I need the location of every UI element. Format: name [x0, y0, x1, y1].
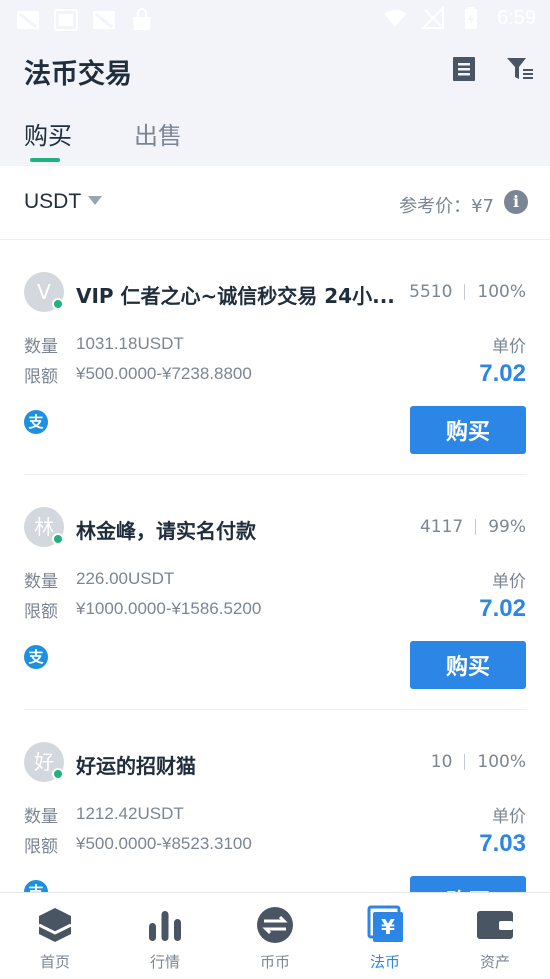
nav-label: 法币: [369, 953, 400, 971]
nav-label: 资产: [479, 953, 510, 971]
coin-selector[interactable]: USDT: [24, 190, 81, 214]
system-status: 6:59: [383, 6, 536, 30]
online-status-dot: [52, 768, 64, 780]
document-icon[interactable]: [450, 55, 478, 83]
unit-price: 7.02: [479, 360, 526, 387]
market-icon: [149, 911, 181, 941]
alipay-icon: 支: [24, 880, 48, 892]
exchange-icon: [257, 907, 293, 943]
nav-item-exchange[interactable]: 币币: [220, 893, 330, 979]
no-signal-icon: [421, 6, 445, 29]
quantity-value: 1212.42USDT: [76, 804, 184, 823]
merchant-stats: 5510 100%: [409, 282, 526, 302]
limit-label: 限额: [24, 602, 58, 622]
merchant-stats: 4117 99%: [420, 517, 526, 537]
online-status-dot: [52, 533, 64, 545]
unit-price: 7.02: [479, 595, 526, 622]
limit-label: 限额: [24, 367, 58, 387]
nav-label: 首页: [39, 953, 70, 971]
nav-item-fiat[interactable]: ¥ 法币: [330, 893, 440, 979]
clock: 6:59: [497, 6, 536, 29]
limit-value: ¥500.0000-¥7238.8800: [76, 364, 252, 383]
nav-item-assets[interactable]: 资产: [440, 893, 550, 979]
chevron-down-icon[interactable]: [88, 196, 102, 205]
buy-button[interactable]: 购买: [410, 641, 526, 689]
quantity-value: 226.00USDT: [76, 569, 175, 588]
header: 法币交易 购买 出售: [0, 40, 550, 166]
completion-rate: 100%: [477, 282, 526, 302]
limit-value: ¥500.0000-¥8523.3100: [76, 834, 252, 853]
trade-count: 4117: [419, 517, 464, 537]
quantity-value: 1031.18USDT: [76, 334, 184, 353]
trade-count: 10: [430, 752, 453, 772]
nav-item-market[interactable]: 行情: [110, 893, 220, 979]
notification-icon: [54, 9, 78, 31]
merchant-name[interactable]: 好运的招财猫: [76, 750, 196, 779]
buy-button[interactable]: 购买: [410, 406, 526, 454]
quantity-label: 数量: [24, 572, 58, 592]
merchant-name[interactable]: 林金峰，请实名付款: [76, 515, 256, 544]
completion-rate: 99%: [488, 517, 526, 537]
tab-buy[interactable]: 购买: [24, 116, 72, 151]
unit-price-label: 单价: [492, 807, 526, 827]
info-icon[interactable]: i: [504, 190, 528, 214]
notification-icon: [17, 11, 39, 29]
unit-price: 7.03: [479, 830, 526, 857]
order-card: V VIP 仁者之心~诚信秒交易 24小... 5510 100% 数量 103…: [24, 240, 526, 475]
notification-icons: [16, 8, 154, 32]
reference-price: 参考价：¥7: [399, 196, 494, 217]
battery-icon: [465, 7, 478, 29]
divider: [475, 519, 477, 535]
trade-tabs: 购买 出售: [0, 116, 550, 166]
quantity-label: 数量: [24, 337, 58, 357]
limit-value: ¥1000.0000-¥1586.5200: [76, 599, 262, 618]
tab-sell[interactable]: 出售: [134, 116, 182, 151]
tab-indicator: [30, 158, 60, 162]
page-title: 法币交易: [24, 59, 132, 90]
order-card: 好 好运的招财猫 10 100% 数量 1212.42USDT 限额 ¥500.…: [24, 710, 526, 892]
unit-price-label: 单价: [492, 572, 526, 592]
wallet-icon: [477, 911, 513, 939]
nav-label: 币币: [259, 953, 290, 971]
order-card: 林 林金峰，请实名付款 4117 99% 数量 226.00USDT 限额 ¥1…: [24, 475, 526, 710]
divider: [464, 284, 466, 300]
bottom-nav: 首页 行情 币币 ¥ 法币 资产: [0, 892, 550, 979]
completion-rate: 100%: [477, 752, 526, 772]
fiat-icon: ¥: [367, 905, 403, 942]
bag-icon: [133, 8, 151, 30]
divider: [464, 754, 466, 770]
order-list[interactable]: V VIP 仁者之心~诚信秒交易 24小... 5510 100% 数量 103…: [0, 240, 550, 892]
status-bar: 6:59: [0, 0, 550, 40]
home-icon: [38, 908, 72, 942]
alipay-icon: 支: [24, 645, 48, 669]
nav-label: 行情: [149, 953, 180, 971]
unit-price-label: 单价: [492, 337, 526, 357]
filter-row: USDT 参考价：¥7 i: [0, 166, 550, 240]
alipay-icon: 支: [24, 410, 48, 434]
filter-icon[interactable]: [506, 55, 534, 83]
merchant-stats: 10 100%: [431, 752, 526, 772]
svg-text:¥: ¥: [381, 915, 395, 939]
notification-icon: [93, 11, 115, 29]
buy-button[interactable]: 购买: [410, 876, 526, 892]
quantity-label: 数量: [24, 807, 58, 827]
wifi-icon: [384, 9, 407, 27]
trade-count: 5510: [409, 282, 453, 302]
online-status-dot: [52, 298, 64, 310]
limit-label: 限额: [24, 837, 58, 857]
nav-item-home[interactable]: 首页: [0, 893, 110, 979]
merchant-name[interactable]: VIP 仁者之心~诚信秒交易 24小...: [76, 280, 395, 309]
